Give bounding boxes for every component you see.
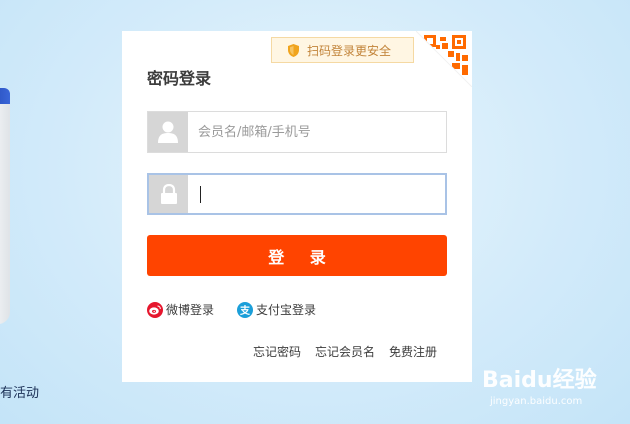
- password-field[interactable]: [147, 173, 447, 215]
- activity-text[interactable]: 有活动: [0, 382, 39, 401]
- alipay-login-link[interactable]: 支 支付宝登录: [237, 301, 316, 318]
- login-button[interactable]: 登 录: [147, 235, 447, 276]
- password-input[interactable]: [188, 175, 445, 213]
- weibo-login-label: 微博登录: [166, 303, 215, 317]
- watermark-url: jingyan.baidu.com: [490, 396, 583, 407]
- page-title: 密码登录: [147, 69, 212, 88]
- register-link[interactable]: 免费注册: [389, 343, 437, 360]
- weibo-login-link[interactable]: 微博登录: [147, 301, 214, 318]
- watermark-logo: Baidu经验: [482, 368, 597, 393]
- weibo-icon: [147, 301, 163, 318]
- qr-login-hint[interactable]: 扫码登录更安全: [271, 37, 414, 63]
- lock-icon: [149, 175, 188, 213]
- qr-hint-label: 扫码登录更安全: [307, 43, 392, 58]
- product-bottle: [0, 104, 10, 324]
- alipay-icon: 支: [237, 301, 253, 318]
- forgot-username-link[interactable]: 忘记会员名: [315, 343, 375, 360]
- login-card: 扫码登录更安全 密码登录 会员名/邮箱/手机号 登 录 微博登录 支 支付宝登录…: [122, 31, 472, 382]
- alipay-login-label: 支付宝登录: [256, 303, 317, 317]
- username-input[interactable]: [188, 112, 446, 152]
- username-field[interactable]: [147, 111, 447, 153]
- account-links: 忘记密码 忘记会员名 免费注册: [253, 343, 437, 360]
- shield-icon: [288, 43, 299, 57]
- user-icon: [148, 112, 188, 152]
- baidu-jingyan-watermark: Baidu经验 jingyan.baidu.com: [482, 362, 622, 412]
- forgot-password-link[interactable]: 忘记密码: [253, 343, 301, 360]
- text-cursor: [200, 186, 201, 203]
- qr-code-icon[interactable]: [415, 31, 472, 88]
